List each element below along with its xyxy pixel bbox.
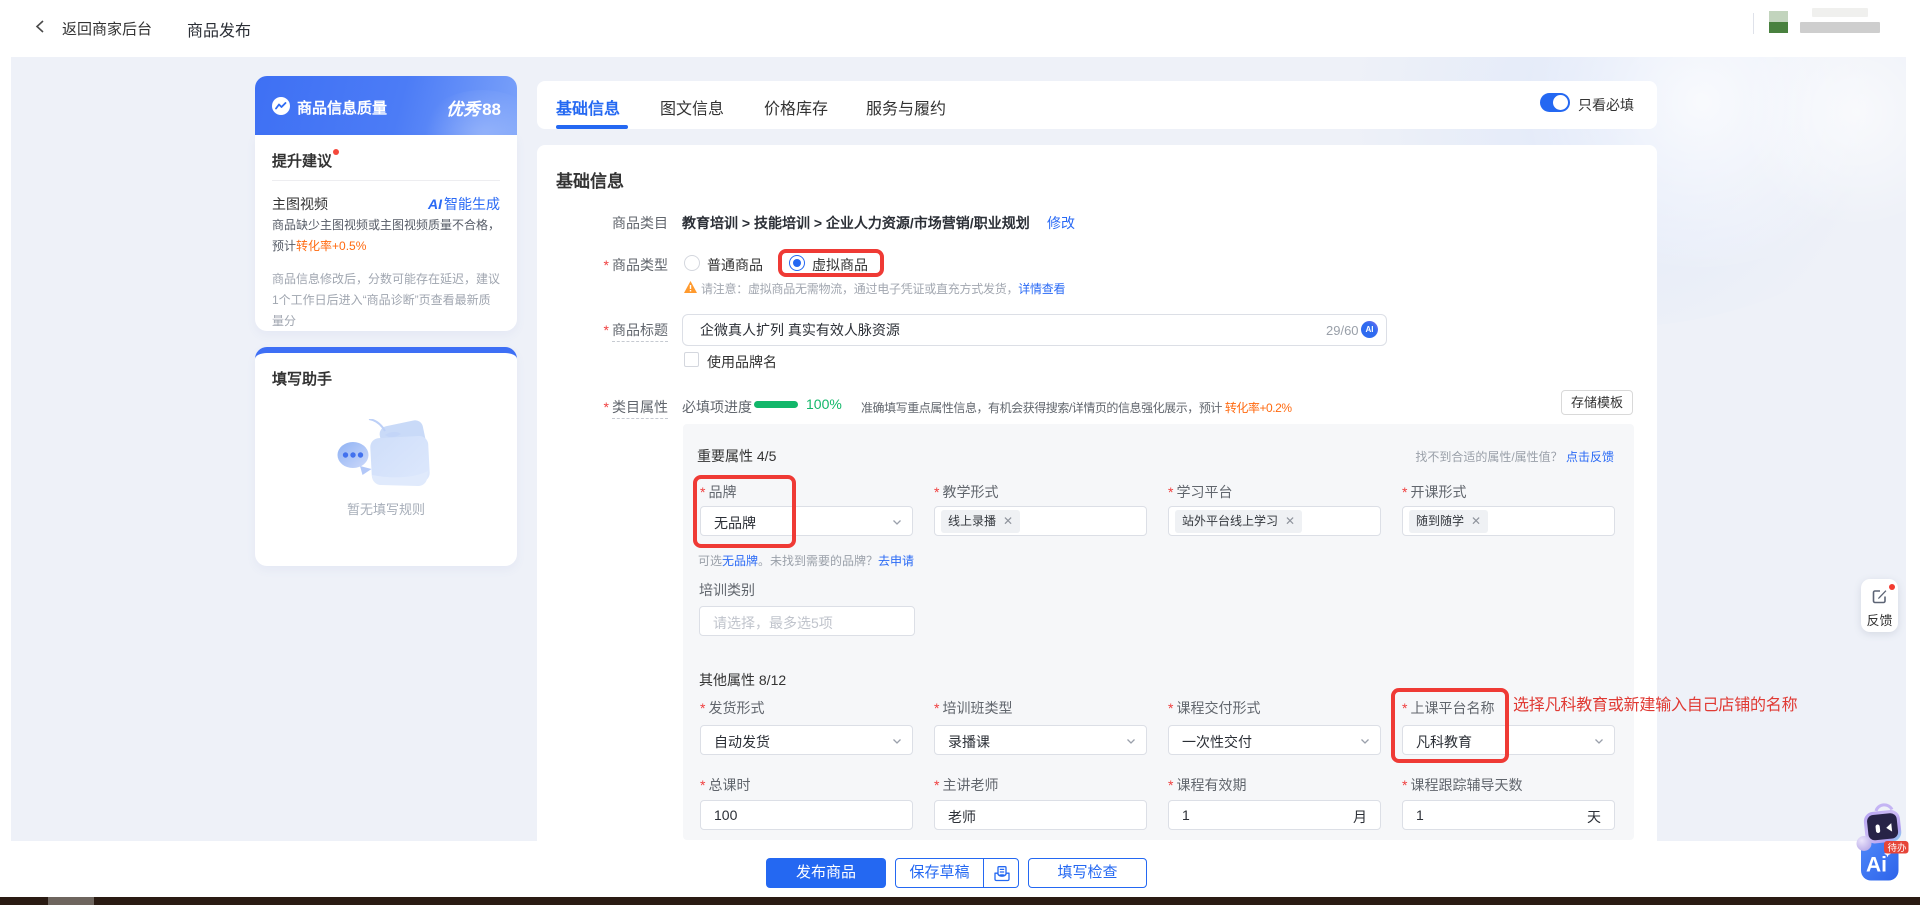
svg-text:待办: 待办 [1888,842,1908,854]
svg-text:Ai: Ai [1866,854,1887,877]
